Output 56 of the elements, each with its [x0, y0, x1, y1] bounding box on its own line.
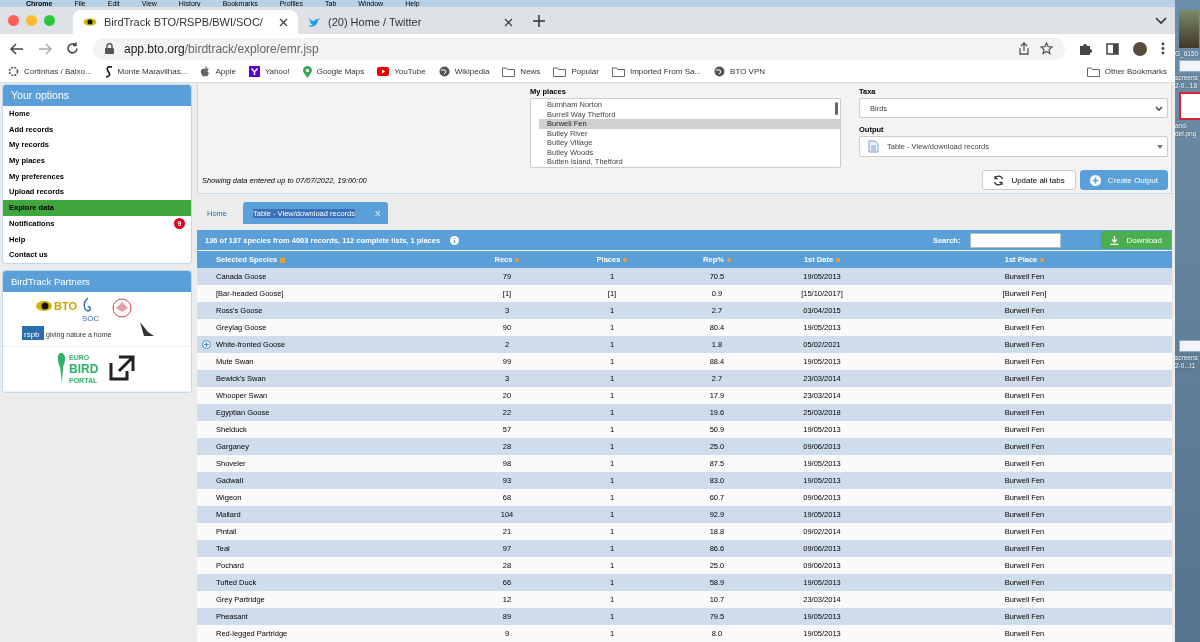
expand-icon[interactable]	[202, 340, 211, 349]
browser-tab[interactable]: (20) Home / Twitter	[298, 10, 523, 34]
lock-icon	[105, 43, 114, 54]
info-icon[interactable]	[450, 235, 460, 245]
plus-circle-icon	[1089, 174, 1101, 186]
play-icon	[377, 67, 390, 76]
close-icon[interactable]	[279, 17, 288, 27]
caret-icon	[1157, 144, 1163, 149]
globe-icon	[714, 66, 726, 77]
bookmark[interactable]: Apple	[200, 66, 236, 77]
panel-title: BirdTrack Partners	[3, 270, 191, 292]
panel-title: Your options	[3, 85, 191, 106]
file-icon	[1179, 60, 1200, 72]
folder-icon	[553, 66, 567, 77]
eye-icon	[83, 17, 97, 27]
bookmark[interactable]: Cortinhas / Baixo...	[8, 66, 92, 77]
chevron-down-icon[interactable]	[1155, 16, 1167, 25]
file-icon	[1179, 92, 1200, 120]
chevron-down-icon	[1155, 105, 1163, 111]
bookmark[interactable]: Other Bookmarks	[1086, 66, 1167, 77]
bookmark[interactable]: News	[502, 66, 541, 77]
folder-icon	[1086, 66, 1100, 77]
avatar[interactable]	[1133, 41, 1147, 56]
globe-icon	[438, 66, 450, 77]
bookmark[interactable]: Yahoo!	[248, 66, 290, 77]
curve-icon	[104, 65, 113, 78]
star-icon[interactable]	[1040, 42, 1053, 55]
scrollbar-thumb[interactable]	[835, 102, 838, 115]
bookmark[interactable]: Imported From Sa...	[611, 66, 702, 77]
bookmark[interactable]: BTO VPN	[714, 66, 766, 77]
bookmark[interactable]: YouTube	[377, 67, 426, 76]
browser-tab[interactable]: BirdTrack BTO/RSPB/BWI/SOC/	[73, 10, 298, 34]
refresh-icon	[993, 174, 1005, 186]
sidebar-icon[interactable]	[1106, 42, 1119, 55]
bookmark[interactable]: Popular	[553, 66, 599, 77]
share-icon[interactable]	[1018, 42, 1030, 55]
back-icon[interactable]	[10, 42, 24, 55]
reload-icon[interactable]	[66, 42, 79, 55]
apple-icon	[200, 66, 211, 77]
folder-icon	[611, 66, 625, 77]
menu-icon[interactable]	[1161, 42, 1165, 55]
new-tab-icon[interactable]	[533, 14, 545, 27]
bird-icon	[308, 16, 321, 28]
square-icon	[248, 66, 260, 77]
puzzle-icon[interactable]	[1079, 42, 1092, 55]
close-icon[interactable]	[504, 17, 513, 27]
search-field[interactable]	[970, 232, 1062, 248]
document-icon	[868, 140, 879, 153]
download-icon	[1110, 235, 1120, 245]
file-icon	[1179, 340, 1200, 352]
folder-icon	[502, 66, 516, 77]
address-field[interactable]: app.bto.org/birdtrack/explore/emr.jsp	[93, 37, 1065, 60]
bookmark[interactable]: Monte Maravilhas...	[104, 65, 188, 78]
bookmark[interactable]: Google Maps	[302, 65, 365, 78]
bookmark[interactable]: Wikipedia	[438, 66, 490, 77]
update-all-tabs-button[interactable]: Update all tabs	[982, 170, 1076, 191]
